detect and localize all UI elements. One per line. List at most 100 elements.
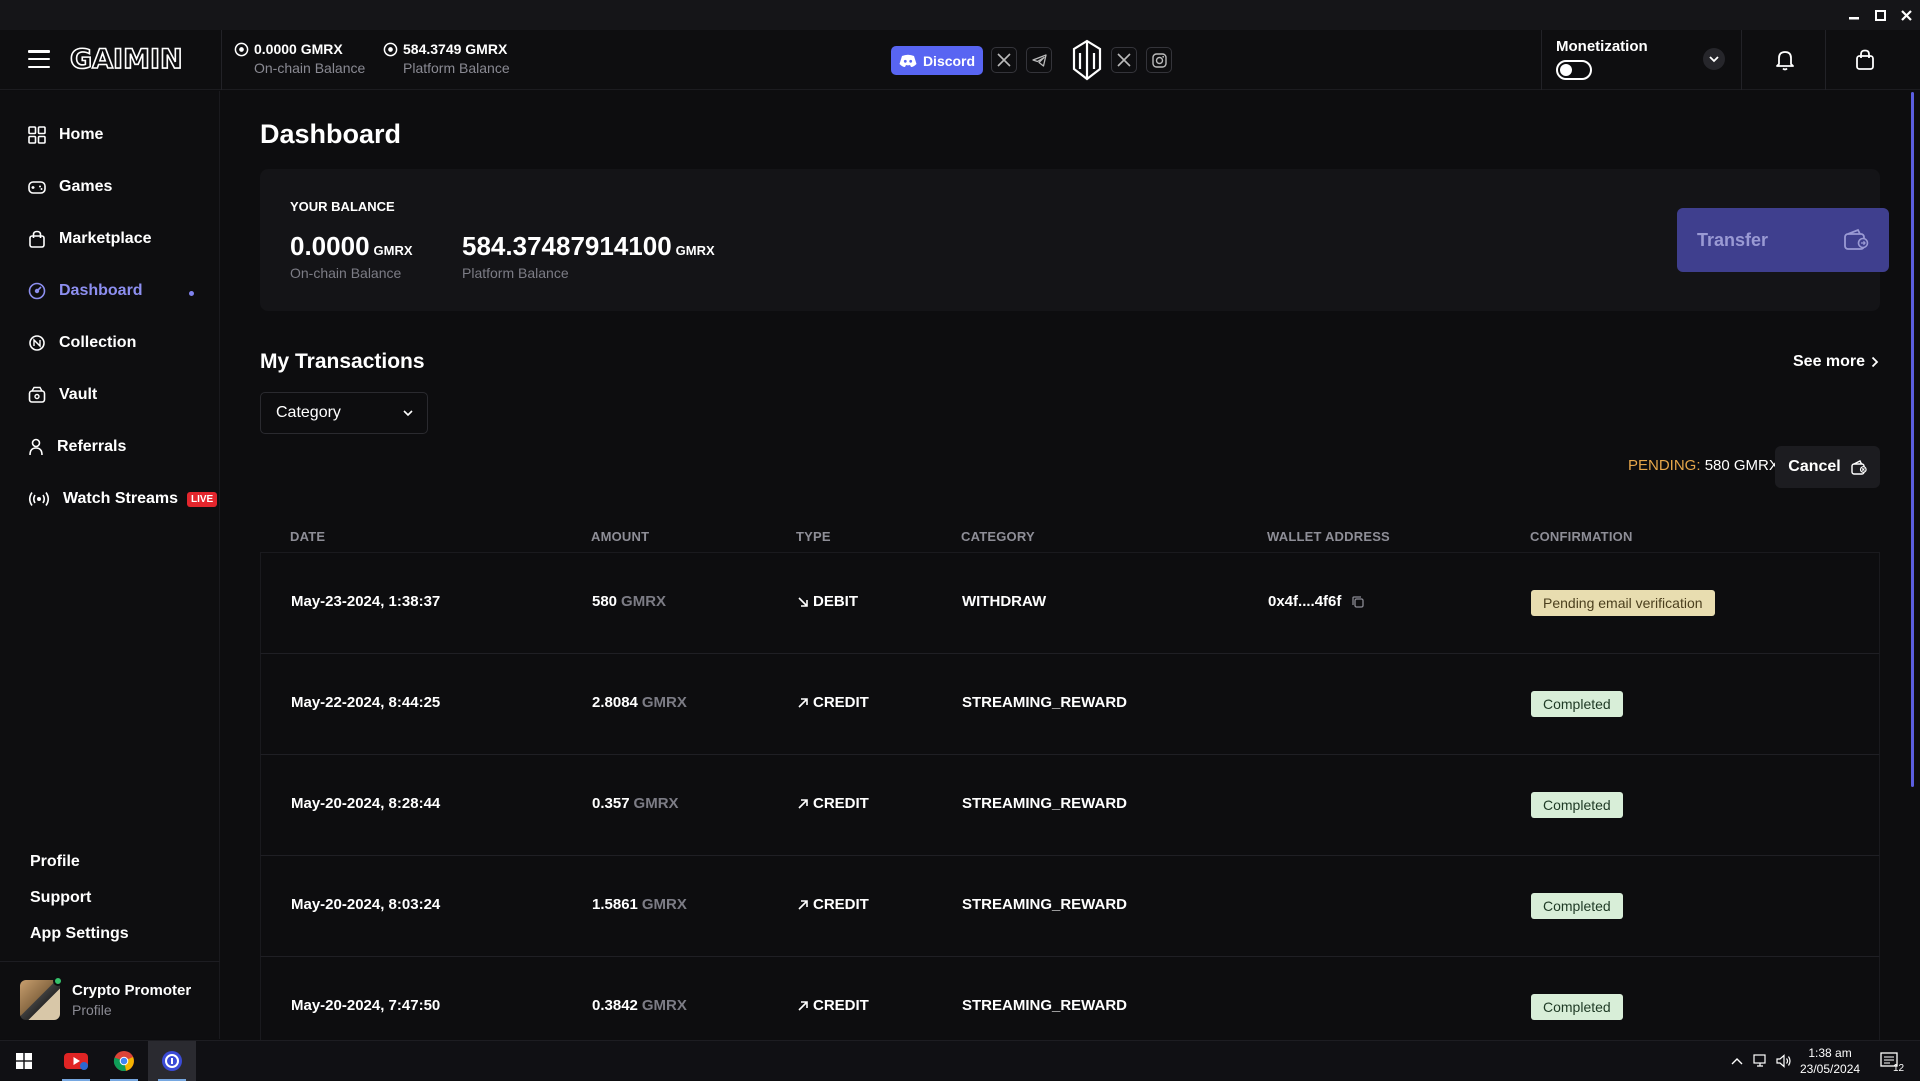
transactions-title: My Transactions [260, 350, 425, 373]
arrow-up-right-icon [798, 1000, 808, 1011]
sidebar-item-marketplace[interactable]: Marketplace [28, 230, 152, 248]
taskbar-clock[interactable]: 1:38 am 23/05/2024 [1800, 1045, 1860, 1077]
sidebar-link-support[interactable]: Support [30, 889, 91, 907]
person-icon [29, 438, 43, 456]
chevron-up-icon[interactable] [1729, 1053, 1745, 1069]
sidebar-item-label: Watch Streams [63, 490, 178, 507]
see-more-link[interactable]: See more [1793, 353, 1879, 371]
balance-card: YOUR BALANCE 0.0000 GMRX On-chain Balance… [260, 169, 1889, 311]
copy-icon[interactable] [1351, 595, 1365, 609]
platform-label: Platform Balance [462, 265, 569, 281]
sidebar-link-app-settings[interactable]: App Settings [30, 925, 129, 943]
gaimin-logo[interactable]: GAIMIN [69, 43, 183, 76]
sidebar-item-games[interactable]: Games [28, 178, 112, 196]
sidebar-item-home[interactable]: Home [28, 126, 103, 144]
monetization-toggle[interactable] [1556, 60, 1592, 80]
sidebar-item-dashboard[interactable]: Dashboard [28, 282, 143, 300]
arrow-up-right-icon [798, 899, 808, 910]
column-header-type: TYPE [796, 529, 831, 544]
live-badge: LIVE [187, 491, 218, 507]
see-more-label: See more [1793, 353, 1866, 370]
bell-icon[interactable] [1772, 47, 1798, 73]
discord-button[interactable]: Discord [891, 46, 983, 75]
row-date: May-22-2024, 8:44:25 [291, 694, 441, 711]
gamepad-icon [28, 181, 46, 194]
sidebar-link-profile[interactable]: Profile [30, 853, 80, 871]
x-twitter-icon[interactable] [991, 47, 1017, 73]
row-category: WITHDRAW [962, 593, 1047, 610]
category-dropdown[interactable]: Category [260, 392, 428, 434]
row-amount: 580 GMRX [592, 593, 666, 610]
column-header-amount: AMOUNT [591, 529, 650, 544]
grid-icon [28, 126, 46, 144]
coin-icon [234, 42, 249, 56]
monetization-control: Monetization [1556, 38, 1648, 80]
windows-start-icon[interactable] [0, 1041, 48, 1081]
row-category: STREAMING_REWARD [962, 694, 1128, 711]
status-badge: Completed [1531, 893, 1623, 919]
sidebar: Home Games Marketplace Dashboard Collect… [0, 91, 220, 1039]
header-platform-balance: 584.3749 GMRX Platform Balance [383, 41, 510, 76]
status-badge: Completed [1531, 994, 1623, 1020]
gaimin-emblem-icon[interactable] [1071, 39, 1103, 81]
status-badge: Completed [1531, 691, 1623, 717]
user-profile-card[interactable]: Crypto Promoter Profile [20, 976, 192, 1020]
sidebar-item-collection[interactable]: Collection [28, 334, 136, 352]
minimize-icon[interactable] [1846, 7, 1862, 23]
header-onchain-label: On-chain Balance [254, 60, 366, 76]
scrollbar-thumb[interactable] [1911, 92, 1914, 787]
gaimin-app-icon[interactable] [148, 1041, 196, 1081]
instagram-icon[interactable] [1146, 47, 1172, 73]
column-header-wallet-address: WALLET ADDRESS [1267, 529, 1390, 544]
row-type-label: CREDIT [813, 997, 869, 1014]
taskbar-date: 23/05/2024 [1800, 1062, 1861, 1076]
discord-label: Discord [922, 52, 976, 69]
x-twitter-icon-2[interactable] [1111, 47, 1137, 73]
chrome-app-icon[interactable] [100, 1041, 148, 1081]
cancel-button[interactable]: Cancel [1775, 446, 1880, 488]
chevron-down-icon[interactable] [1703, 48, 1725, 70]
row-date: May-20-2024, 7:47:50 [291, 997, 441, 1014]
arrow-up-right-icon [798, 697, 808, 708]
sidebar-item-label: Marketplace [59, 230, 152, 247]
row-category: STREAMING_REWARD [962, 795, 1128, 812]
row-type: DEBIT [797, 593, 858, 610]
discord-icon [899, 54, 917, 67]
transfer-button[interactable]: Transfer [1677, 208, 1889, 272]
row-amount: 0.3842 GMRX [592, 997, 687, 1014]
page-title: Dashboard [260, 119, 402, 149]
wallet-transfer-icon [1844, 228, 1869, 250]
row-type-label: CREDIT [813, 694, 869, 711]
row-amount-value: 0.3842 [592, 997, 638, 1014]
user-name: Crypto Promoter [72, 982, 192, 999]
row-type-label: DEBIT [813, 593, 858, 610]
row-amount-value: 0.357 [592, 795, 630, 812]
status-badge: Pending email verification [1531, 590, 1715, 616]
sidebar-item-watch-streams[interactable]: Watch Streams LIVE [28, 490, 218, 508]
header-divider-2 [1541, 30, 1542, 90]
platform-unit: GMRX [675, 243, 715, 258]
telegram-icon[interactable] [1026, 47, 1052, 73]
table-header: DATE AMOUNT TYPE CATEGORY WALLET ADDRESS… [260, 511, 1880, 553]
sidebar-item-vault[interactable]: Vault [28, 386, 97, 404]
hamburger-menu-icon[interactable] [28, 50, 50, 68]
close-icon[interactable] [1898, 7, 1914, 23]
network-icon[interactable] [1753, 1053, 1769, 1069]
chevron-right-icon [1871, 356, 1879, 368]
balance-heading: YOUR BALANCE [290, 199, 395, 214]
row-wallet: 0x4f....4f6f [1268, 593, 1365, 610]
sidebar-item-referrals[interactable]: Referrals [28, 438, 126, 456]
shopping-bag-icon[interactable] [1852, 47, 1878, 73]
active-indicator-dot [189, 291, 194, 296]
youtube-app-icon[interactable] [52, 1041, 100, 1081]
onchain-balance: 0.0000 GMRX On-chain Balance [290, 231, 413, 281]
row-type: CREDIT [797, 896, 869, 913]
row-amount: 0.357 GMRX [592, 795, 679, 812]
volume-icon[interactable] [1776, 1053, 1792, 1069]
table-row: May-23-2024, 1:38:37 580 GMRX DEBIT WITHD… [260, 553, 1880, 654]
platform-amount: 584.37487914100 [462, 231, 672, 261]
maximize-icon[interactable] [1872, 7, 1888, 23]
column-header-confirmation: CONFIRMATION [1530, 529, 1633, 544]
collection-icon [29, 335, 45, 351]
row-type: CREDIT [797, 997, 869, 1014]
